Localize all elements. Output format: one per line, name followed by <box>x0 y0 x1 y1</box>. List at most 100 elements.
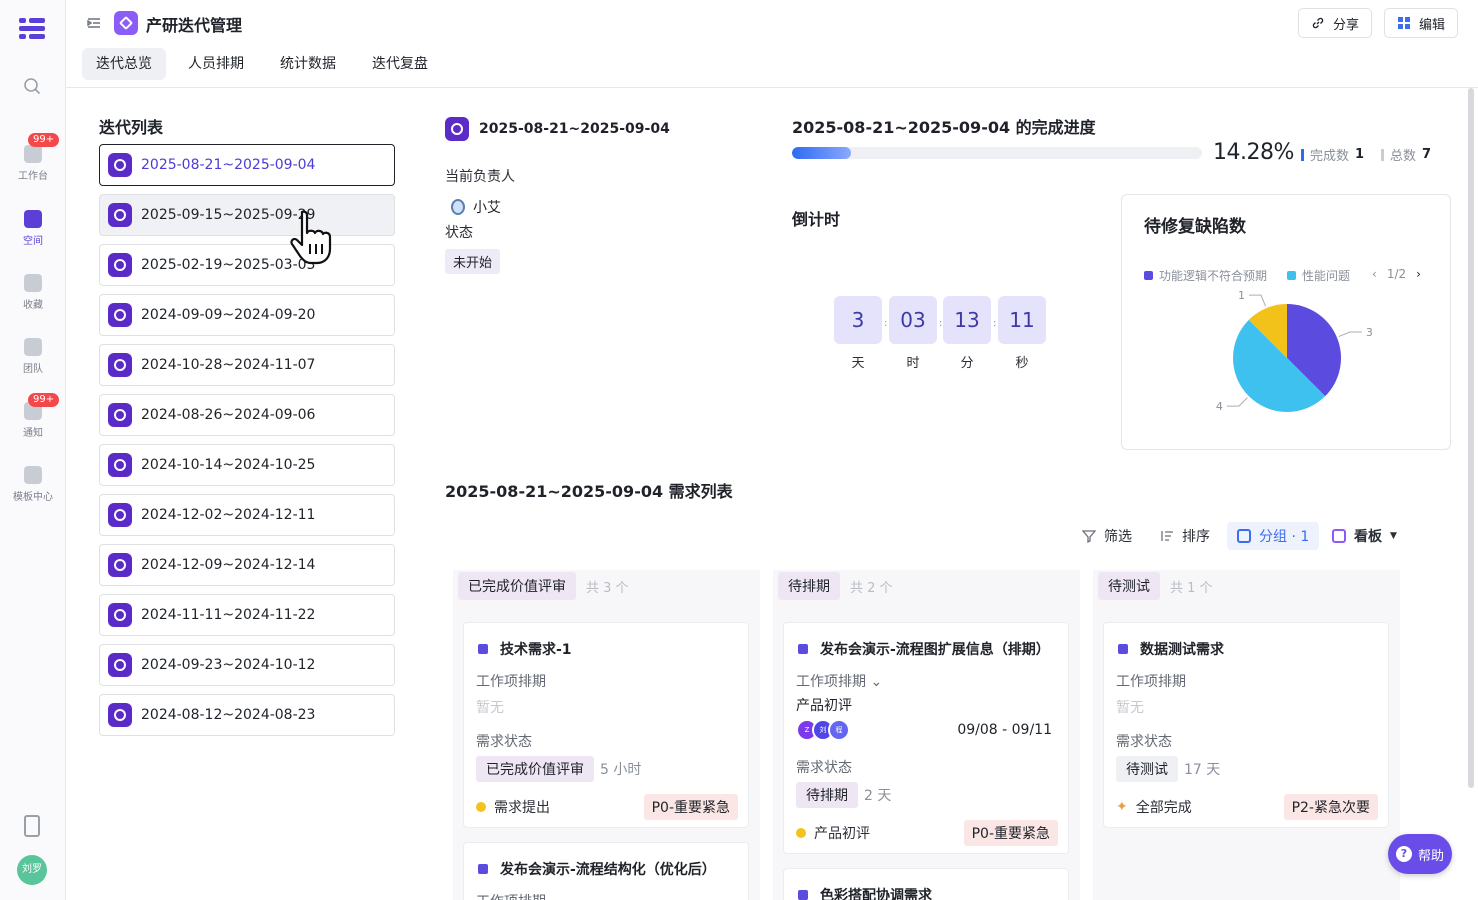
page-scrollbar[interactable] <box>1468 88 1474 788</box>
pie-leader-line <box>1248 294 1267 307</box>
iteration-item[interactable]: 2024-12-09~2024-12-14 <box>99 544 395 586</box>
countdown-separator: : <box>884 318 888 329</box>
pie-leader-line <box>1226 397 1248 407</box>
total-label: 总数 <box>1390 149 1417 164</box>
owner-field[interactable]: 小艾 <box>451 197 501 217</box>
group-button[interactable]: 分组 · 1 <box>1227 522 1320 550</box>
filter-button[interactable]: 筛选 <box>1072 522 1142 550</box>
countdown-separator: : <box>939 318 943 329</box>
requirement-card[interactable]: 色彩搭配协调需求 <box>783 868 1069 900</box>
sort-icon <box>1161 531 1173 541</box>
rail-item-label: 通知 <box>23 428 43 439</box>
user-avatar[interactable]: 刘罗 <box>17 855 47 885</box>
iteration-item-label: 2024-08-26~2024-09-06 <box>141 407 316 423</box>
countdown-days: 3 <box>834 296 882 344</box>
mobile-icon[interactable] <box>24 815 40 837</box>
rail-item-workbench[interactable]: 工作台 <box>0 145 66 182</box>
card-title: 数据测试需求 <box>1118 639 1224 659</box>
iteration-item-label: 2024-11-11~2024-11-22 <box>141 607 316 623</box>
question-icon: ? <box>1395 846 1412 862</box>
requirements-title: 2025-08-21~2025-09-04 需求列表 <box>445 482 733 501</box>
schedule-label[interactable]: 工作项排期 ⌄ <box>796 671 882 691</box>
iteration-item[interactable]: 2024-08-26~2024-09-06 <box>99 394 395 436</box>
app-logo-icon[interactable] <box>17 16 47 40</box>
pie-data-label: 4 <box>1216 400 1223 413</box>
rail-item-space[interactable]: 空间 <box>0 210 66 247</box>
avatar: 程 <box>828 719 850 741</box>
iteration-icon <box>108 353 132 377</box>
iteration-item[interactable]: 2024-09-23~2024-10-12 <box>99 644 395 686</box>
iteration-item[interactable]: 2024-11-11~2024-11-22 <box>99 594 395 636</box>
view-label: 看板 <box>1354 529 1382 545</box>
requirement-icon <box>478 864 488 874</box>
rail-item-favorites[interactable]: 收藏 <box>0 274 66 311</box>
assignee-avatars[interactable]: Z 刘 程 <box>796 719 850 741</box>
total-count: 总数 7 <box>1381 145 1431 164</box>
iteration-item[interactable]: 2025-02-19~2025-03-03 <box>99 244 395 286</box>
card-title: 发布会演示-流程结构化（优化后） <box>478 859 716 879</box>
tab-review[interactable]: 迭代复盘 <box>358 48 442 80</box>
iteration-item[interactable]: 2024-09-09~2024-09-20 <box>99 294 395 336</box>
date-range: 09/08 - 09/11 <box>957 722 1052 738</box>
space-icon <box>24 210 42 228</box>
iteration-item[interactable]: 2024-10-14~2024-10-25 <box>99 444 395 486</box>
iteration-item[interactable]: 2024-12-02~2024-12-11 <box>99 494 395 536</box>
requirement-card[interactable]: 数据测试需求 工作项排期 暂无 需求状态 待测试 17 天 ✦ 全部完成 P2-… <box>1103 622 1389 828</box>
progress-fill <box>792 147 851 159</box>
requirement-card[interactable]: 发布会演示-流程图扩展信息（排期） 工作项排期 ⌄ 产品初评 Z 刘 程 09/… <box>783 622 1069 854</box>
requirement-card[interactable]: 发布会演示-流程结构化（优化后） 工作项排期 <box>463 842 749 900</box>
iteration-icon <box>108 253 132 277</box>
node-field: ✦ 全部完成 <box>1116 797 1192 817</box>
view-switch-button[interactable]: 看板 ▼ <box>1322 522 1407 550</box>
iteration-item[interactable]: 2024-08-12~2024-08-23 <box>99 694 395 736</box>
rail-item-label: 收藏 <box>23 300 43 311</box>
caret-down-icon: ▼ <box>1390 531 1397 541</box>
iteration-item[interactable]: 2024-10-28~2024-11-07 <box>99 344 395 386</box>
team-icon <box>24 338 42 356</box>
state-duration: 17 天 <box>1184 762 1221 778</box>
iteration-item[interactable]: 2025-09-15~2025-09-29 <box>99 194 395 236</box>
rail-item-notifications[interactable]: 通知 <box>0 402 66 439</box>
requirement-icon <box>798 890 808 900</box>
requirement-card[interactable]: 技术需求-1 工作项排期 暂无 需求状态 已完成价值评审 5 小时 需求提出 P… <box>463 622 749 828</box>
help-label: 帮助 <box>1417 848 1444 864</box>
done-marker <box>1301 148 1304 161</box>
countdown-hours: 03 <box>889 296 937 344</box>
group-icon <box>1237 529 1251 543</box>
card-title: 色彩搭配协调需求 <box>798 885 932 900</box>
help-button[interactable]: ? 帮助 <box>1388 834 1452 874</box>
owner-avatar <box>451 199 465 215</box>
tab-overview[interactable]: 迭代总览 <box>82 48 166 80</box>
progress-bar <box>792 147 1202 159</box>
countdown-seconds: 11 <box>998 296 1046 344</box>
collapse-sidebar-icon[interactable] <box>86 15 102 31</box>
column-tag: 已完成价值评审 <box>458 572 576 600</box>
rail-item-team[interactable]: 团队 <box>0 338 66 375</box>
state-label: 需求状态 <box>476 734 532 750</box>
done-value: 1 <box>1355 147 1365 162</box>
iteration-item[interactable]: 2025-08-21~2025-09-04 <box>99 144 395 186</box>
state-field: 待排期 2 天 <box>796 782 891 808</box>
status-badge[interactable]: 未开始 <box>445 249 501 274</box>
share-button[interactable]: 分享 <box>1298 8 1373 38</box>
iteration-item-label: 2024-10-28~2024-11-07 <box>141 357 316 373</box>
iteration-item-label: 2024-09-23~2024-10-12 <box>141 657 316 673</box>
node-dot-icon <box>476 802 486 812</box>
search-icon[interactable] <box>23 77 41 95</box>
iteration-icon <box>108 403 132 427</box>
state-duration: 2 天 <box>864 788 892 804</box>
countdown-title: 倒计时 <box>792 210 841 229</box>
sort-button[interactable]: 排序 <box>1150 522 1220 550</box>
iteration-item-label: 2024-10-14~2024-10-25 <box>141 457 316 473</box>
column-count: 共 3 个 <box>586 580 629 596</box>
tab-schedule[interactable]: 人员排期 <box>174 48 258 80</box>
card-title-text: 技术需求-1 <box>500 642 572 658</box>
edit-button[interactable]: 编辑 <box>1384 8 1459 38</box>
grid-icon <box>1398 17 1410 29</box>
rail-item-templates[interactable]: 模板中心 <box>0 466 66 503</box>
defect-card: 待修复缺陷数 功能逻辑不符合预期 性能问题 ‹ 1/2 › 341 <box>1121 194 1451 450</box>
requirement-icon <box>798 644 808 654</box>
column-tag: 待测试 <box>1098 572 1160 600</box>
tab-statistics[interactable]: 统计数据 <box>266 48 350 80</box>
card-title-text: 数据测试需求 <box>1140 642 1224 658</box>
